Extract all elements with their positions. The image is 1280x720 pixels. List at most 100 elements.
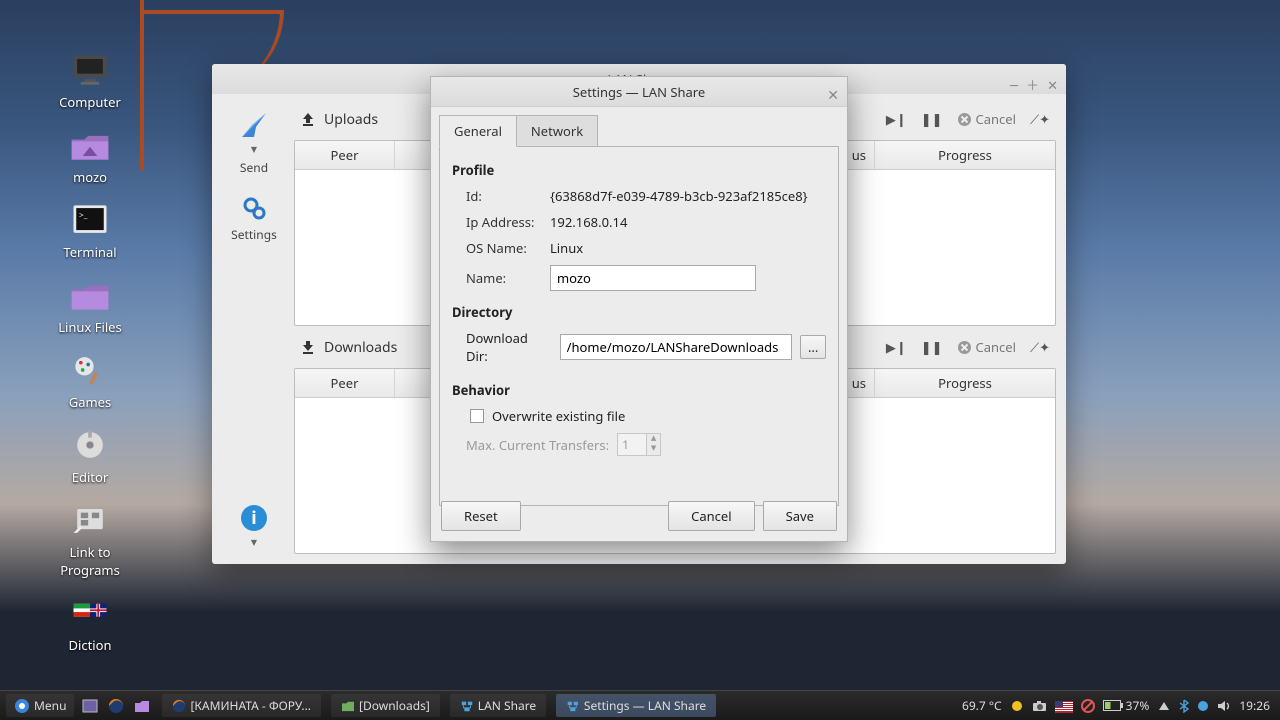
max-transfers-input[interactable] <box>618 434 646 455</box>
overwrite-label: Overwrite existing file <box>492 407 625 425</box>
directory-heading: Directory <box>452 303 826 321</box>
name-input[interactable] <box>550 265 756 291</box>
desktop-icon-editor[interactable]: Editor <box>40 425 140 486</box>
uploads-cancel-button[interactable]: Cancel <box>957 110 1016 128</box>
max-transfers-label: Max. Current Transfers: <box>466 436 609 454</box>
ip-label: Ip Address: <box>466 213 540 231</box>
dialog-title: Settings — LAN Share <box>573 83 706 101</box>
cancel-button[interactable]: Cancel <box>668 501 754 531</box>
id-label: Id: <box>466 187 540 205</box>
task-lanshare[interactable]: LAN Share <box>450 694 546 717</box>
camera-icon[interactable] <box>1032 700 1047 712</box>
overwrite-checkbox[interactable] <box>470 409 484 423</box>
svg-text:i: i <box>251 506 256 530</box>
task-browser[interactable]: [КАМИНАТА - ФОРУ... <box>162 694 321 717</box>
desktop-icon-terminal[interactable]: >_ Terminal <box>40 200 140 261</box>
desktop-icons: Computer mozo >_ Terminal Linux Files Ga… <box>40 50 140 668</box>
clear-icon[interactable]: ⟋✦ <box>1030 110 1050 128</box>
settings-button[interactable]: Settings <box>231 194 277 243</box>
temperature-indicator[interactable]: 69.7 °C <box>962 697 1002 714</box>
resume-icon[interactable]: ▶❙ <box>886 110 907 128</box>
send-button[interactable]: ▼ Send <box>239 110 269 176</box>
pause-icon[interactable]: ❚❚ <box>921 110 943 128</box>
download-icon <box>300 339 316 355</box>
desktop-icon-home[interactable]: mozo <box>40 125 140 186</box>
volume-icon[interactable] <box>1217 700 1231 712</box>
desktop-icon-linux-files[interactable]: Linux Files <box>40 275 140 336</box>
settings-label: Settings <box>231 226 277 243</box>
task-label: Settings — LAN Share <box>584 697 706 714</box>
desktop-icon-games[interactable]: Games <box>40 350 140 411</box>
pause-icon[interactable]: ❚❚ <box>921 338 943 356</box>
tab-general[interactable]: General <box>439 115 517 147</box>
download-dir-input[interactable] <box>560 334 793 360</box>
col-peer[interactable]: Peer <box>295 369 395 397</box>
minimize-icon[interactable]: ─ <box>1010 70 1018 100</box>
tabpanel-general: Profile Id: {63868d7f-e039-4789-b3cb-923a… <box>439 146 839 506</box>
col-progress[interactable]: Progress <box>875 141 1055 169</box>
close-icon[interactable]: ✕ <box>1047 70 1058 100</box>
desktop-icon-label: Editor <box>72 468 109 486</box>
clear-icon[interactable]: ⟋✦ <box>1030 338 1050 356</box>
gear-icon <box>240 194 268 222</box>
lanshare-icon <box>460 699 474 713</box>
browse-button[interactable]: ... <box>800 335 826 359</box>
lanshare-icon <box>566 699 580 713</box>
updates-icon[interactable] <box>1197 700 1209 712</box>
save-button[interactable]: Save <box>763 501 837 531</box>
behavior-heading: Behavior <box>452 381 826 399</box>
bluetooth-icon[interactable] <box>1179 699 1189 713</box>
profile-heading: Profile <box>452 161 826 179</box>
name-label: Name: <box>466 269 540 287</box>
desktop-icon-link-programs[interactable]: Link to Programs <box>40 500 140 579</box>
dialog-titlebar[interactable]: Settings — LAN Share ✕ <box>431 77 847 107</box>
task-label: [Downloads] <box>359 697 430 714</box>
info-button[interactable]: i ▼ <box>239 503 269 548</box>
tab-network[interactable]: Network <box>516 115 598 147</box>
info-icon: i <box>239 503 269 533</box>
cancel-x-icon <box>957 340 972 355</box>
start-menu-button[interactable]: Menu <box>6 694 74 717</box>
col-peer[interactable]: Peer <box>295 141 395 169</box>
desktop-icon-label: Diction <box>68 636 111 654</box>
downloads-label: Downloads <box>324 338 397 357</box>
chevron-up-icon[interactable]: ▲ <box>647 434 660 444</box>
upload-icon <box>300 111 316 127</box>
cancel-x-icon <box>957 112 972 127</box>
maximize-icon[interactable]: ＋ <box>1026 70 1039 100</box>
battery-icon <box>1103 700 1123 711</box>
download-dir-label: Download Dir: <box>466 329 552 365</box>
chevron-down-icon: ▼ <box>251 537 257 548</box>
sidebar: ▼ Send Settings i ▼ <box>222 104 286 554</box>
desktop-icon-computer[interactable]: Computer <box>40 50 140 111</box>
svg-text:>_: >_ <box>79 210 88 221</box>
network-icon[interactable] <box>1157 700 1171 712</box>
reset-button[interactable]: Reset <box>441 501 521 531</box>
cancel-label: Cancel <box>976 110 1016 128</box>
downloads-cancel-button[interactable]: Cancel <box>957 338 1016 356</box>
files-icon[interactable] <box>132 696 152 716</box>
desktop-icon-diction[interactable]: Diction <box>40 593 140 654</box>
col-progress[interactable]: Progress <box>875 369 1055 397</box>
resume-icon[interactable]: ▶❙ <box>886 338 907 356</box>
battery-pct: 37% <box>1126 697 1150 714</box>
weather-icon[interactable] <box>1010 699 1024 713</box>
send-icon <box>239 110 269 140</box>
firefox-icon <box>172 699 186 713</box>
task-settings-lanshare[interactable]: Settings — LAN Share <box>556 694 716 717</box>
distro-icon <box>14 698 30 714</box>
chevron-down-icon[interactable]: ▼ <box>647 444 660 454</box>
firefox-icon[interactable] <box>106 696 126 716</box>
clock[interactable]: 19:26 <box>1239 697 1270 714</box>
task-downloads[interactable]: [Downloads] <box>331 694 440 717</box>
close-icon[interactable]: ✕ <box>827 81 839 111</box>
id-value: {63868d7f-e039-4789-b3cb-923af2185ce8} <box>550 187 808 205</box>
show-desktop-icon[interactable] <box>80 696 100 716</box>
keyboard-layout-us[interactable] <box>1055 700 1073 712</box>
settings-dialog: Settings — LAN Share ✕ General Network P… <box>430 76 848 542</box>
task-label: [КАМИНАТА - ФОРУ... <box>190 697 311 714</box>
battery-indicator[interactable]: 37% <box>1103 697 1150 714</box>
desktop-icon-label: Linux Files <box>58 318 122 336</box>
max-transfers-spinner[interactable]: ▲▼ <box>617 433 661 456</box>
disconnect-icon[interactable] <box>1081 699 1095 713</box>
